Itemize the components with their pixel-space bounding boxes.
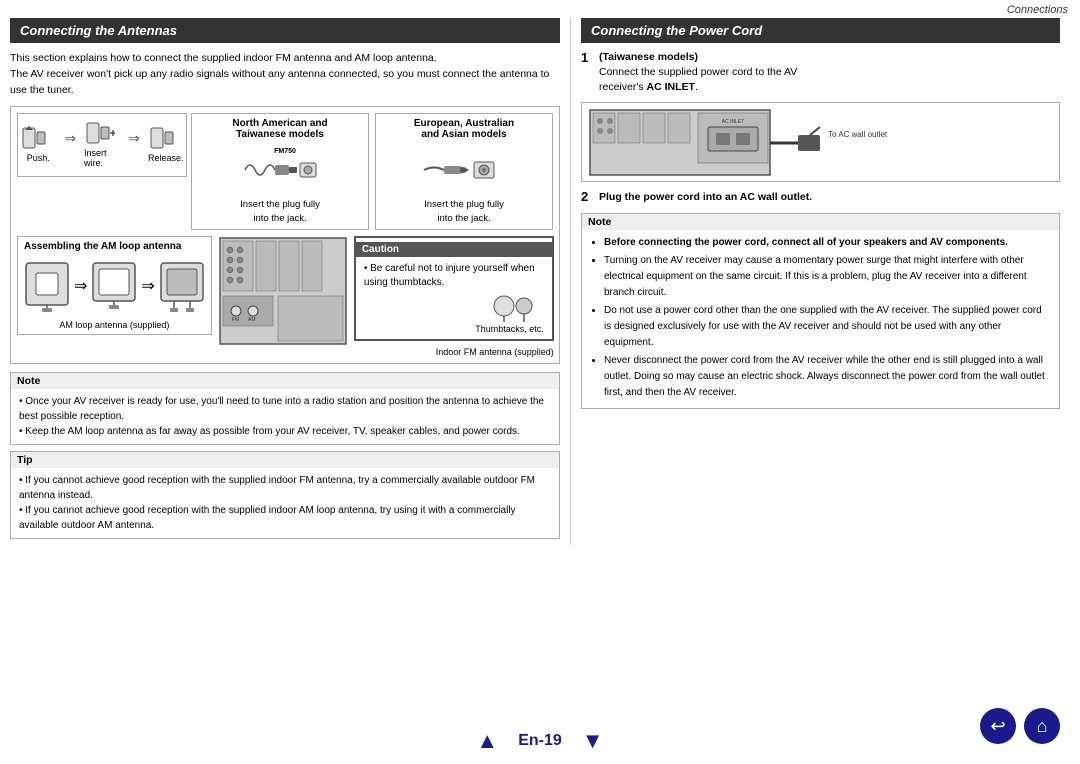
arrow-icon-2: ⇒ bbox=[128, 130, 140, 147]
tip-header: Tip bbox=[11, 452, 559, 468]
north-american-header: North American and Taiwanese models bbox=[198, 118, 362, 140]
north-american-plug-text: Insert the plug fully into the jack. bbox=[198, 198, 362, 225]
page-number: En-19 bbox=[518, 732, 562, 750]
right-note-box: Note Before connecting the power cord, c… bbox=[581, 213, 1060, 409]
svg-text:AM: AM bbox=[248, 317, 256, 323]
step1-desc: Connect the supplied power cord to the A… bbox=[599, 65, 1060, 94]
left-note-header: Note bbox=[11, 373, 559, 389]
step2-content: Plug the power cord into an AC wall outl… bbox=[599, 190, 1060, 205]
step1-container: 1 (Taiwanese models) Connect the supplie… bbox=[581, 51, 1060, 94]
step1-number: 1 bbox=[581, 51, 588, 64]
antenna-diagram: Push. ⇒ bbox=[10, 106, 560, 364]
intro-text: This section explains how to connect the… bbox=[10, 51, 560, 98]
insert-wire-step: Insert wire. bbox=[84, 118, 120, 168]
north-american-plug-image: FM750 bbox=[198, 144, 362, 194]
european-plug-image bbox=[382, 144, 546, 194]
left-note-box: Note • Once your AV receiver is ready fo… bbox=[10, 372, 560, 445]
receiver-back-panel: FM AM bbox=[218, 236, 348, 346]
step1-content: (Taiwanese models) Connect the supplied … bbox=[599, 51, 1060, 94]
step2-container: 2 Plug the power cord into an AC wall ou… bbox=[581, 190, 1060, 205]
thumbtack-area: Thumbtacks, etc. bbox=[364, 294, 544, 334]
right-note-text: Before connecting the power cord, connec… bbox=[590, 235, 1051, 401]
fm-antenna-label: Indoor FM antenna (supplied) bbox=[354, 347, 554, 357]
tip-box: Tip • If you cannot achieve good recepti… bbox=[10, 451, 560, 539]
page-nav: ▲ En-19 ▼ bbox=[476, 728, 603, 754]
tip-text: • If you cannot achieve good reception w… bbox=[19, 473, 551, 533]
step2-desc: Plug the power cord into an AC wall outl… bbox=[599, 190, 1060, 205]
caution-header: Caution bbox=[356, 242, 552, 257]
european-header: European, Australian and Asian models bbox=[382, 118, 546, 140]
fm-wire-steps: Push. ⇒ bbox=[17, 113, 187, 177]
section-label: Connections bbox=[1007, 4, 1068, 16]
right-note-header: Note bbox=[582, 214, 1059, 230]
plug-instructions: North American and Taiwanese models FM75… bbox=[191, 113, 553, 230]
svg-text:FM: FM bbox=[232, 317, 239, 323]
am-loop-images: ⇒ ⇒ bbox=[24, 256, 205, 316]
release-step: Release. bbox=[148, 123, 184, 163]
left-note-text: • Once your AV receiver is ready for use… bbox=[19, 394, 551, 439]
home-icon: ⌂ bbox=[1037, 716, 1048, 737]
step2-number: 2 bbox=[581, 190, 588, 203]
prev-arrow[interactable]: ▲ bbox=[476, 728, 498, 754]
european-plug-text: Insert the plug fully into the jack. bbox=[382, 198, 546, 225]
footer-buttons: ↩ ⌂ bbox=[980, 708, 1060, 744]
back-icon: ↩ bbox=[990, 716, 1005, 737]
right-column: Connecting the Power Cord 1 (Taiwanese m… bbox=[570, 18, 1060, 545]
north-american-box: North American and Taiwanese models FM75… bbox=[191, 113, 369, 230]
arrow-icon-1: ⇒ bbox=[64, 130, 76, 147]
back-button[interactable]: ↩ bbox=[980, 708, 1016, 744]
step1-label: (Taiwanese models) bbox=[599, 51, 1060, 63]
european-box: European, Australian and Asian models bbox=[375, 113, 553, 230]
svg-text:AC INLET: AC INLET bbox=[722, 119, 745, 125]
caution-box: Caution • Be careful not to injure yours… bbox=[354, 236, 554, 341]
am-loop-box: Assembling the AM loop antenna ⇒ bbox=[17, 236, 212, 335]
svg-text:To AC wall outlet: To AC wall outlet bbox=[828, 130, 888, 139]
left-column: Connecting the Antennas This section exp… bbox=[10, 18, 570, 545]
next-arrow[interactable]: ▼ bbox=[582, 728, 604, 754]
power-diagram: AC INLET To AC wall outlet bbox=[581, 102, 1060, 182]
right-section-title: Connecting the Power Cord bbox=[581, 18, 1060, 43]
push-step: Push. bbox=[20, 123, 56, 163]
left-section-title: Connecting the Antennas bbox=[10, 18, 560, 43]
svg-text:FM750: FM750 bbox=[274, 148, 296, 155]
home-button[interactable]: ⌂ bbox=[1024, 708, 1060, 744]
page-footer: ▲ En-19 ▼ ↩ ⌂ bbox=[0, 728, 1080, 754]
caution-text: • Be careful not to injure yourself when… bbox=[364, 262, 544, 290]
